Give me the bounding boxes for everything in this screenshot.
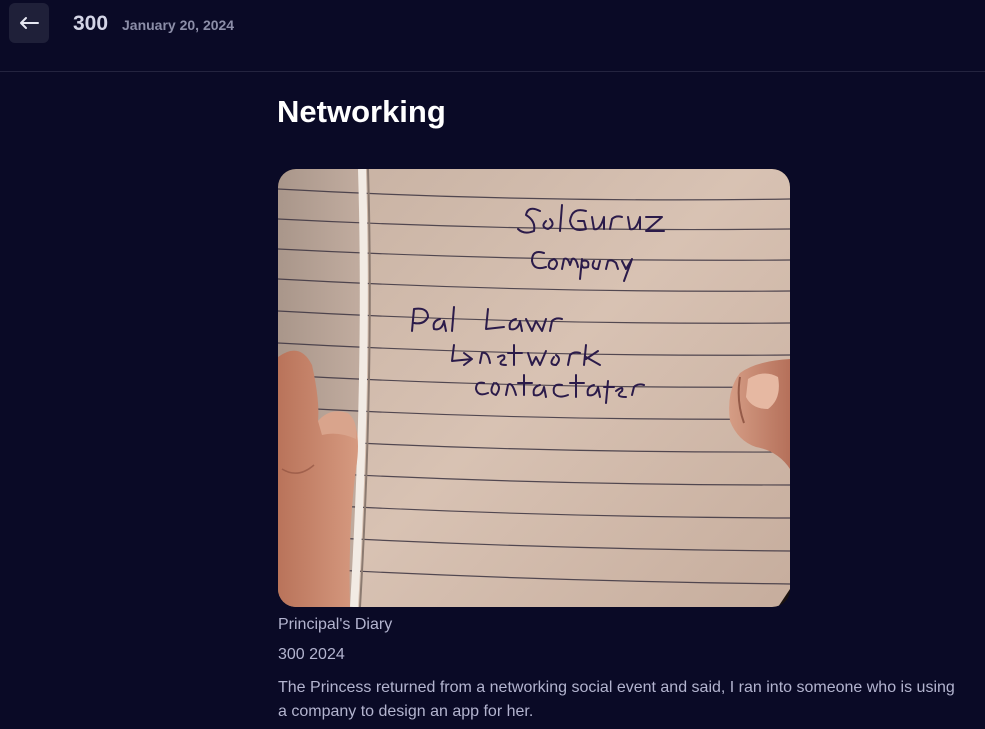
entry-description: The Princess returned from a networking … (278, 679, 955, 720)
entry-photo[interactable] (278, 169, 790, 607)
diary-label: Principal's Diary (278, 616, 393, 633)
entry-year-line: 300 2024 (278, 646, 345, 663)
top-bar: 300 January 20, 2024 (0, 0, 985, 72)
entry-date: January 20, 2024 (122, 17, 235, 33)
diary-entry-page: 300 January 20, 2024 Networking Principa… (0, 0, 985, 729)
back-button[interactable] (9, 3, 49, 43)
entry-title: Networking (277, 94, 446, 129)
arrow-left-icon (19, 16, 39, 30)
entry-number: 300 (73, 12, 109, 35)
